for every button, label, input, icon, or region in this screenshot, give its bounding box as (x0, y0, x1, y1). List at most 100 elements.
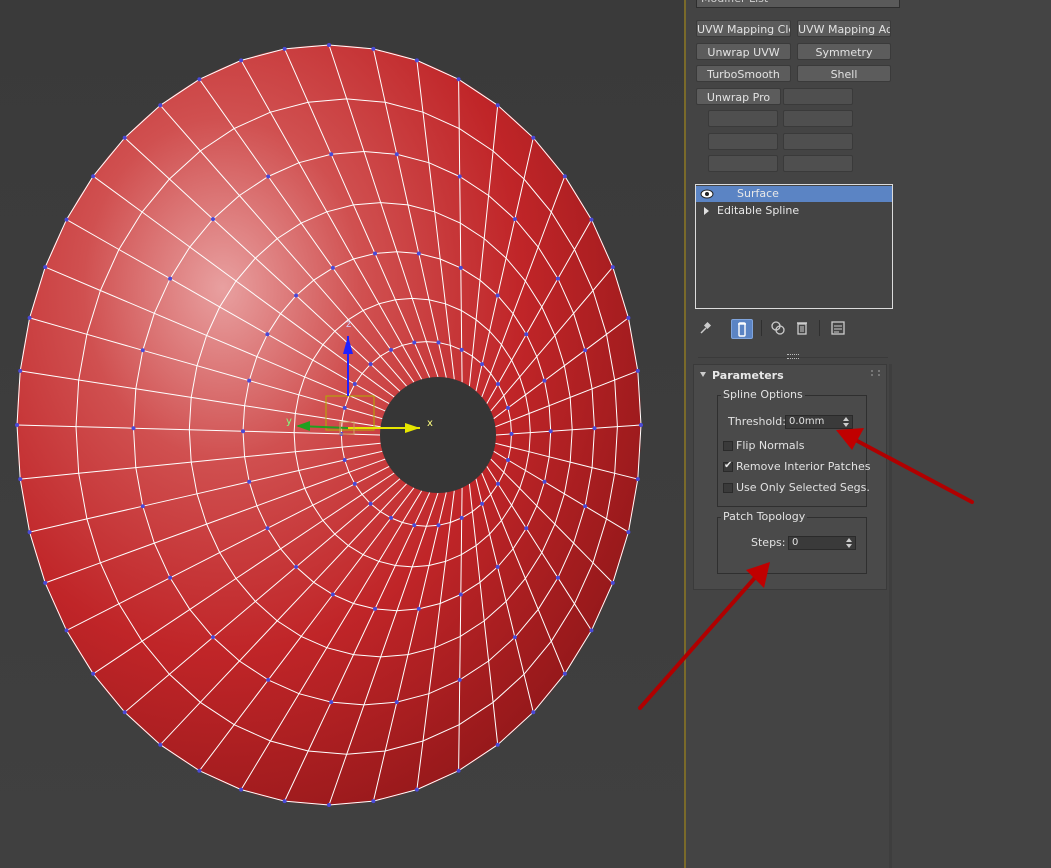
mesh-vertex[interactable] (265, 332, 270, 337)
mesh-vertex[interactable] (158, 103, 163, 108)
mesh-vertex[interactable] (247, 479, 252, 484)
remove-modifier-icon[interactable] (793, 319, 811, 337)
mesh-vertex[interactable] (531, 710, 536, 715)
mesh-vertex[interactable] (512, 217, 517, 222)
flip-normals-checkbox[interactable] (723, 441, 733, 451)
mesh-vertex[interactable] (27, 315, 32, 320)
mesh-vertex[interactable] (459, 515, 464, 520)
turbosmooth-button[interactable]: TurboSmooth (696, 65, 791, 82)
mesh-vertex[interactable] (394, 152, 399, 157)
mesh-vertex[interactable] (43, 580, 48, 585)
mesh-vertex[interactable] (282, 46, 287, 51)
mesh-vertex[interactable] (15, 423, 19, 427)
mesh-vertex[interactable] (211, 217, 215, 222)
mesh-vertex[interactable] (456, 768, 461, 773)
mesh-vertex[interactable] (373, 251, 377, 256)
mesh-vertex[interactable] (327, 43, 331, 47)
mesh-vertex[interactable] (91, 174, 96, 179)
mesh-vertex[interactable] (414, 787, 419, 792)
mesh-vertex[interactable] (457, 174, 462, 179)
mesh-vertex[interactable] (456, 77, 461, 82)
mesh-vertex[interactable] (241, 429, 245, 434)
mesh-vertex[interactable] (626, 530, 631, 535)
mesh-vertex[interactable] (282, 799, 287, 804)
mesh-vertex[interactable] (562, 671, 567, 676)
modifier-stack[interactable]: Surface Editable Spline (695, 184, 893, 309)
shell-button[interactable]: Shell (797, 65, 891, 82)
mesh-vertex[interactable] (583, 504, 588, 509)
mesh-vertex[interactable] (635, 368, 640, 373)
mesh-vertex[interactable] (635, 477, 640, 482)
mesh-vertex[interactable] (458, 265, 463, 270)
mesh-vertex[interactable] (495, 564, 500, 569)
mesh-vertex[interactable] (589, 217, 594, 222)
mesh-vertex[interactable] (416, 251, 421, 256)
mesh-vertex[interactable] (592, 426, 597, 431)
mesh-vertex[interactable] (239, 787, 244, 792)
mesh-vertex[interactable] (458, 592, 463, 597)
threshold-spinner[interactable]: 0.0mm (785, 415, 853, 429)
mesh-vertex[interactable] (265, 526, 270, 531)
mesh-vertex[interactable] (389, 515, 393, 520)
empty-modifier-button[interactable] (783, 133, 853, 150)
use-only-selected-segs-label[interactable]: Use Only Selected Segs. (736, 481, 870, 494)
empty-modifier-button[interactable] (783, 88, 853, 105)
empty-modifier-button[interactable] (708, 133, 778, 150)
mesh-vertex[interactable] (548, 429, 553, 434)
mesh-vertex[interactable] (168, 575, 173, 580)
empty-modifier-button[interactable] (708, 110, 778, 127)
mesh-vertex[interactable] (266, 174, 271, 179)
mesh-vertex[interactable] (91, 671, 96, 676)
mesh-vertex[interactable] (18, 368, 23, 373)
mesh-vertex[interactable] (247, 378, 252, 383)
mesh-vertex[interactable] (495, 293, 500, 298)
remove-interior-patches-label[interactable]: Remove Interior Patches (736, 460, 870, 473)
mesh-vertex[interactable] (555, 276, 560, 281)
mesh-vertex[interactable] (371, 46, 376, 51)
mesh-vertex[interactable] (639, 423, 643, 427)
unwrap-pro-button[interactable]: Unwrap Pro (696, 88, 781, 105)
mesh-vertex[interactable] (626, 315, 631, 320)
eye-icon[interactable] (700, 189, 714, 199)
mesh-vertex[interactable] (436, 523, 441, 528)
mesh-vertex[interactable] (158, 742, 163, 747)
mesh-vertex[interactable] (531, 135, 536, 140)
uvw-mapping-add-button[interactable]: UVW Mapping Add (797, 20, 891, 37)
mesh-vertex[interactable] (412, 523, 417, 528)
mesh-vertex[interactable] (294, 293, 299, 298)
mesh-vertex[interactable] (342, 458, 347, 462)
mesh-vertex[interactable] (506, 458, 510, 462)
mesh-vertex[interactable] (414, 58, 419, 63)
mesh-vertex[interactable] (140, 504, 145, 509)
empty-modifier-button[interactable] (708, 155, 778, 172)
mesh-vertex[interactable] (327, 803, 331, 807)
pin-stack-icon[interactable] (697, 319, 715, 337)
mesh-vertex[interactable] (394, 700, 399, 705)
mesh-vertex[interactable] (496, 481, 500, 486)
mesh-vertex[interactable] (197, 768, 202, 773)
mesh-vertex[interactable] (266, 677, 271, 682)
mesh-vertex[interactable] (459, 347, 464, 352)
mesh-vertex[interactable] (294, 564, 299, 569)
remove-interior-patches-checkbox[interactable] (723, 460, 733, 472)
expand-triangle-icon[interactable] (704, 207, 709, 215)
mesh-vertex[interactable] (480, 362, 485, 367)
viewport[interactable]: z x y (0, 0, 684, 868)
use-only-selected-segs-checkbox[interactable] (723, 483, 733, 493)
uvw-mapping-clear-button[interactable]: UVW Mapping Clear (696, 20, 791, 37)
mesh-vertex[interactable] (495, 103, 500, 108)
mesh-vertex[interactable] (562, 174, 567, 179)
mesh-vertex[interactable] (27, 530, 32, 535)
mesh-vertex[interactable] (555, 575, 560, 580)
modifier-list-dropdown[interactable]: Modifier List (696, 0, 900, 8)
collapse-arrow-icon[interactable] (700, 372, 706, 377)
mesh-vertex[interactable] (211, 635, 215, 640)
mesh-vertex[interactable] (524, 526, 529, 531)
stack-item-surface[interactable]: Surface (696, 186, 892, 202)
rollout-title[interactable]: Parameters (712, 369, 784, 382)
mesh-vertex[interactable] (583, 348, 588, 353)
mesh-vertex[interactable] (64, 217, 69, 222)
mesh-vertex[interactable] (512, 635, 517, 640)
mesh-vertex[interactable] (373, 606, 377, 611)
mesh-vertex[interactable] (330, 592, 335, 597)
